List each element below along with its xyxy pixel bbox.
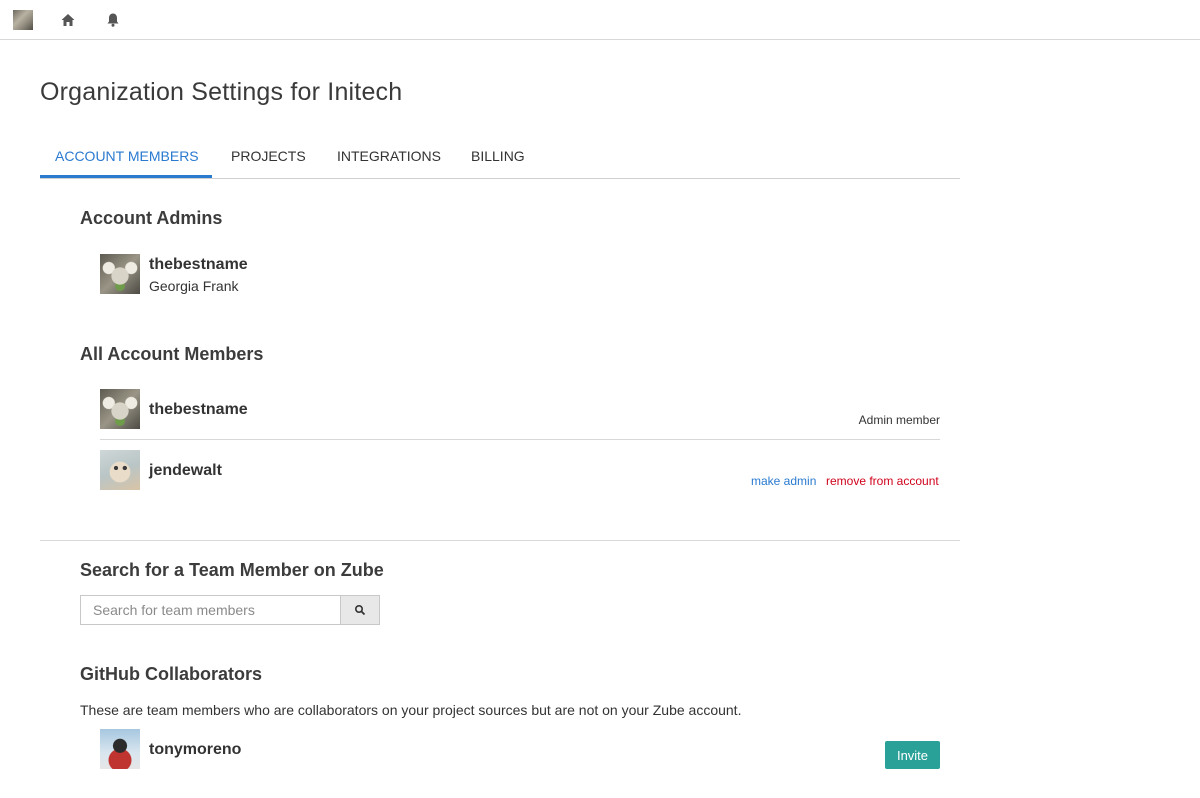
user-avatar[interactable] <box>13 10 33 30</box>
home-icon[interactable] <box>60 12 76 28</box>
member-username: thebestname <box>149 401 248 418</box>
search-group <box>80 595 380 625</box>
github-description: These are team members who are collabora… <box>80 702 742 718</box>
admin-avatar <box>100 254 140 294</box>
member-divider <box>100 439 940 440</box>
admin-username: thebestname <box>149 256 248 273</box>
member-username: jendewalt <box>149 462 222 479</box>
collaborator-username: tonymoreno <box>149 741 242 758</box>
tab-projects[interactable]: PROJECTS <box>216 134 321 178</box>
tab-billing[interactable]: BILLING <box>456 134 540 178</box>
make-admin-link[interactable]: make admin <box>751 474 816 488</box>
all-members-heading: All Account Members <box>80 344 264 364</box>
remove-from-account-link[interactable]: remove from account <box>826 474 939 488</box>
tab-account-members[interactable]: ACCOUNT MEMBERS <box>40 134 212 178</box>
settings-tabs: ACCOUNT MEMBERS PROJECTS INTEGRATIONS BI… <box>40 134 960 179</box>
github-collaborators-heading: GitHub Collaborators <box>80 664 263 684</box>
bell-icon[interactable] <box>105 12 121 28</box>
search-input[interactable] <box>80 595 341 625</box>
collaborator-avatar <box>100 729 140 769</box>
search-heading: Search for a Team Member on Zube <box>80 560 384 580</box>
section-divider <box>40 540 960 541</box>
member-avatar <box>100 389 140 429</box>
tab-integrations[interactable]: INTEGRATIONS <box>322 134 456 178</box>
admin-full-name: Georgia Frank <box>149 278 239 294</box>
page-title: Organization Settings for Initech <box>40 78 403 106</box>
invite-button[interactable]: Invite <box>885 741 940 769</box>
search-icon <box>354 604 366 616</box>
account-admins-heading: Account Admins <box>80 208 223 228</box>
member-role: Admin member <box>858 413 940 427</box>
search-button[interactable] <box>340 595 380 625</box>
member-avatar <box>100 450 140 490</box>
top-nav-bar <box>0 0 1200 40</box>
